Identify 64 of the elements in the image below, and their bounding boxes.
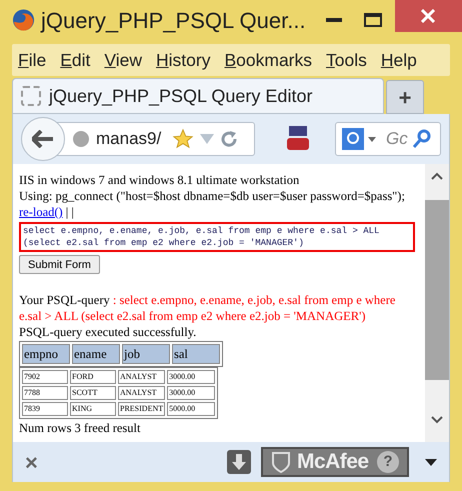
new-tab-button[interactable]: + xyxy=(386,80,424,114)
reload-link[interactable]: re-load() xyxy=(19,205,63,219)
column-header: empno xyxy=(22,344,70,364)
query-input-field[interactable]: select e.empno, e.ename, e.job, e.sal from emp e where e.sal > ALL (select e2.sal from emp e2 where e2.job = 'MANAGER') xyxy=(19,222,415,252)
scrollbar-thumb[interactable] xyxy=(425,200,449,380)
scroll-down-icon[interactable] xyxy=(431,416,443,424)
menu-item[interactable]: Help xyxy=(380,46,417,74)
table-cell: ANALYST xyxy=(118,386,166,400)
mcafee-button[interactable]: McAfee ? xyxy=(261,447,409,477)
mcafee-label: McAfee xyxy=(297,449,369,476)
close-button[interactable] xyxy=(394,0,462,32)
table-cell: PRESIDENT xyxy=(118,402,166,416)
window-title: jQuery_PHP_PSQL Quer... xyxy=(41,6,306,35)
table-cell: 7839 xyxy=(22,402,68,416)
table-cell: 3000.00 xyxy=(167,386,216,400)
firefox-logo-icon xyxy=(12,8,36,32)
column-header: ename xyxy=(72,344,120,364)
table-cell: 7902 xyxy=(22,370,68,384)
close-icon xyxy=(421,9,436,23)
address-bar[interactable]: manas9/ xyxy=(55,122,255,156)
tab-title: jQuery_PHP_PSQL Query Editor xyxy=(49,84,312,108)
table-cell: 5000.00 xyxy=(167,402,216,416)
back-button[interactable] xyxy=(21,117,65,161)
menu-item[interactable]: History xyxy=(156,46,210,74)
browser-tab[interactable]: jQuery_PHP_PSQL Query Editor xyxy=(12,78,384,114)
search-icon[interactable] xyxy=(412,129,432,149)
search-placeholder: Gc xyxy=(386,128,408,150)
menu-item[interactable]: Edit xyxy=(60,46,90,74)
back-arrow-icon xyxy=(32,130,54,148)
globe-icon xyxy=(72,130,90,148)
menu-item[interactable]: File xyxy=(18,46,46,74)
column-header: sal xyxy=(172,344,220,364)
reload-icon[interactable] xyxy=(220,130,238,148)
help-icon[interactable]: ? xyxy=(377,451,399,473)
table-cell: FORD xyxy=(70,370,116,384)
text-line: Using: pg_connect ("host=$host dbname=$db user=$user password=$pass"); xyxy=(19,188,406,204)
menu-item[interactable]: Tools xyxy=(326,46,367,74)
table-cell: 3000.00 xyxy=(167,370,216,384)
close-addon-bar-button[interactable]: × xyxy=(25,446,38,478)
result-footer-text: Num rows 3 freed result xyxy=(19,420,142,436)
table-cell: 7788 xyxy=(22,386,68,400)
scroll-up-icon[interactable] xyxy=(431,172,443,180)
dropdown-triangle-icon[interactable] xyxy=(368,136,376,142)
url-text: manas9/ xyxy=(96,128,162,150)
maximize-icon xyxy=(364,13,382,27)
column-header: job xyxy=(122,344,170,364)
shield-icon xyxy=(271,451,291,473)
minimize-icon xyxy=(326,18,342,22)
text-line: IIS in windows 7 and windows 8.1 ultimate workstation xyxy=(19,172,300,188)
table-cell: SCOTT xyxy=(70,386,116,400)
menu-item[interactable]: Bookmarks xyxy=(224,46,312,74)
menu-item[interactable]: View xyxy=(104,46,142,74)
search-field[interactable]: Gc xyxy=(335,122,441,156)
submit-button[interactable]: Submit Form xyxy=(19,255,100,274)
dropdown-triangle-icon[interactable] xyxy=(425,458,437,466)
scrollbar[interactable] xyxy=(425,164,449,442)
table-cell: ANALYST xyxy=(118,370,166,384)
query-echo-text: Your PSQL-query : select e.empno, e.ename, e.job, e.sal from emp e where e.sal > ALL (select e2.sal from emp e2 where e2.job = 'MANAGER') xyxy=(19,292,396,324)
download-icon[interactable] xyxy=(227,450,251,474)
status-text: PSQL-query executed successfully. xyxy=(19,324,198,340)
page-icon xyxy=(21,86,41,106)
separator-text: | | xyxy=(66,205,74,219)
table-cell: KING xyxy=(70,402,116,416)
star-icon[interactable] xyxy=(172,128,194,150)
